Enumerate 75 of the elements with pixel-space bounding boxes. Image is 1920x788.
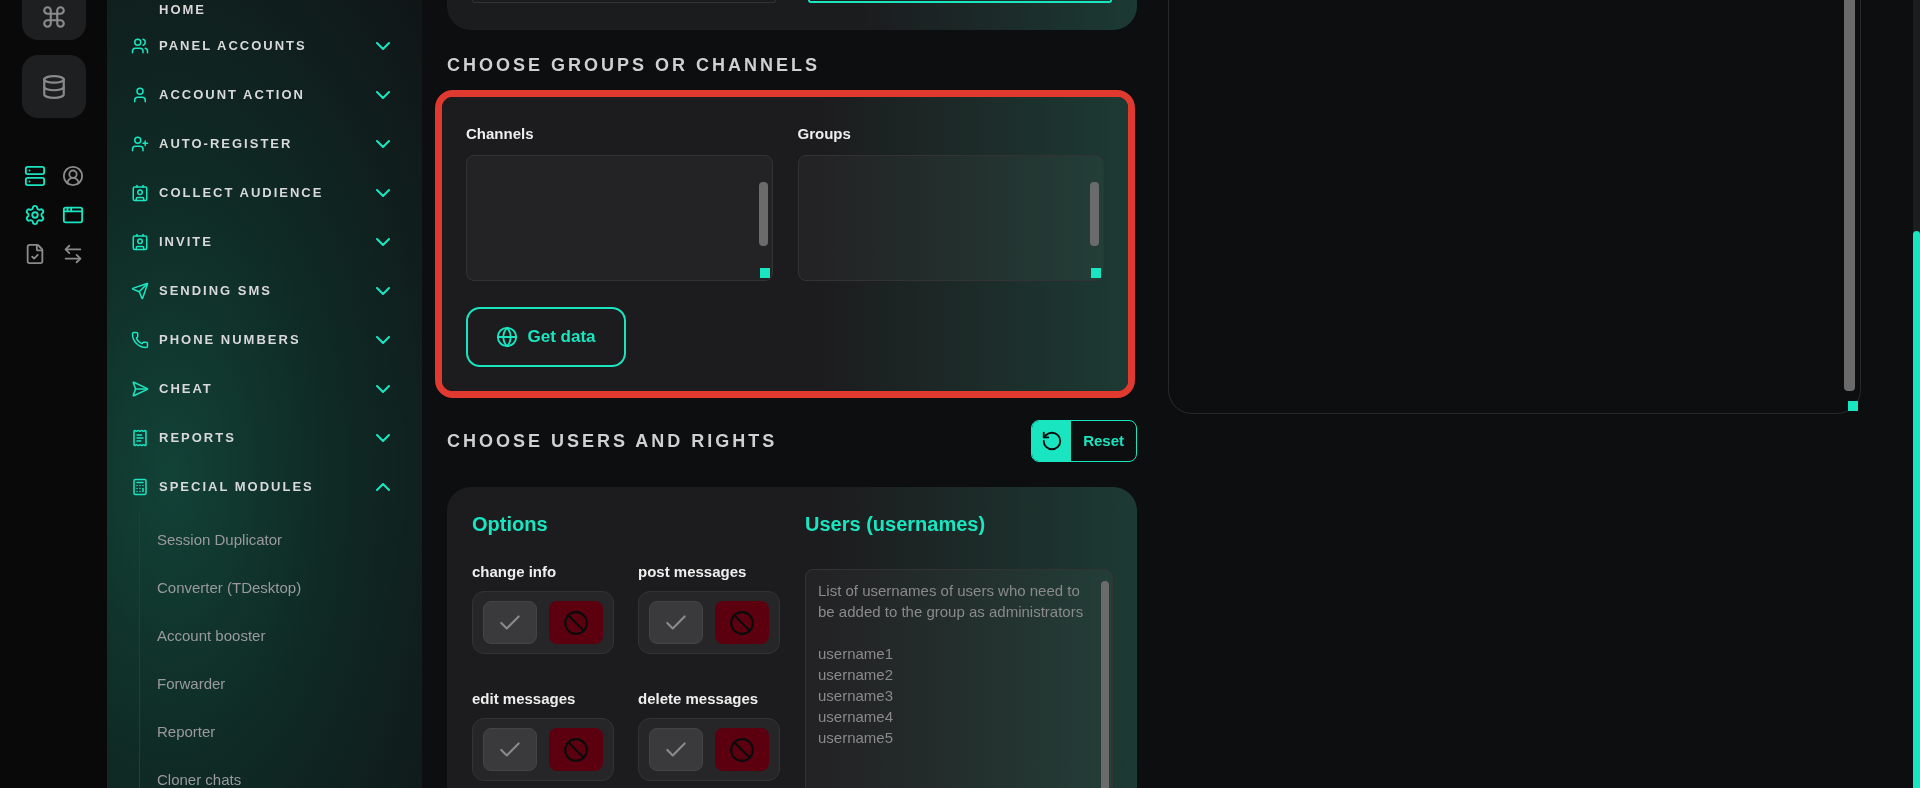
chevron-down-icon	[376, 384, 390, 393]
option-label: post messages	[638, 562, 748, 582]
field-label: Groups	[797, 124, 852, 141]
chevron-down-icon	[376, 139, 390, 148]
ban-icon	[563, 736, 589, 763]
nav-item[interactable]: PANEL ACCOUNTS	[131, 21, 398, 70]
scrollbar-thumb[interactable]	[1913, 231, 1920, 788]
user-icon	[131, 85, 149, 104]
user-icon[interactable]	[61, 165, 84, 187]
users-title: Users (usernames)	[805, 512, 987, 537]
nav-item[interactable]: ACCOUNT ACTION	[131, 70, 398, 119]
nav-item[interactable]: AUTO-REGISTER	[131, 119, 398, 168]
ban-icon	[729, 736, 755, 763]
allow-button[interactable]	[483, 728, 537, 771]
submenu-item[interactable]: Session Duplicator	[157, 516, 398, 564]
send-icon	[131, 379, 149, 398]
scrollbar-thumb[interactable]	[1101, 581, 1109, 788]
chevron-down-icon	[376, 237, 390, 246]
nav-item[interactable]: INVITE	[131, 217, 398, 266]
submenu-item[interactable]: Account booster	[157, 612, 398, 660]
get-data-button[interactable]: Get data	[466, 307, 626, 367]
nav-item[interactable]: SPECIAL MODULES	[131, 462, 398, 511]
resize-handle[interactable]	[1848, 401, 1858, 411]
database-icon	[40, 73, 67, 100]
options-title: Options	[472, 512, 549, 537]
section-heading: CHOOSE USERS AND RIGHTS	[447, 429, 778, 453]
nav-item[interactable]: COLLECT AUDIENCE	[131, 168, 398, 217]
chevron-up-icon	[376, 482, 390, 491]
nav-item[interactable]: PHONE NUMBERS	[131, 315, 398, 364]
option-label: delete messages	[638, 689, 760, 709]
option-label: edit messages	[472, 689, 577, 709]
user-plus-icon	[131, 134, 149, 153]
calculator-icon	[131, 477, 149, 496]
phone-icon	[131, 330, 149, 349]
reset-icon	[1040, 430, 1063, 452]
server-icon[interactable]	[23, 165, 46, 187]
users-icon	[131, 36, 149, 55]
nav-item[interactable]: CHEAT	[131, 364, 398, 413]
section-heading: CHOOSE GROUPS OR CHANNELS	[447, 54, 822, 74]
ban-icon	[563, 609, 589, 636]
option-label: change info	[472, 562, 558, 582]
reset-button[interactable]: Reset	[1031, 420, 1137, 462]
scrollbar-thumb[interactable]	[1844, 0, 1855, 391]
chevron-down-icon	[376, 433, 390, 442]
submenu-item[interactable]: Forwarder	[157, 660, 398, 708]
nav-item[interactable]: REPORTS	[131, 413, 398, 462]
command-icon	[40, 4, 67, 30]
chevron-down-icon	[376, 286, 390, 295]
chevron-down-icon	[376, 188, 390, 197]
chevron-down-icon	[376, 41, 390, 50]
database-button[interactable]	[21, 55, 86, 118]
command-button[interactable]	[21, 0, 86, 40]
code-window-icon[interactable]	[61, 204, 84, 226]
submenu-item[interactable]: Reporter	[157, 708, 398, 756]
chevron-down-icon	[376, 90, 390, 99]
user-list-icon	[131, 232, 149, 251]
ban-icon	[729, 609, 755, 636]
chevron-down-icon	[376, 335, 390, 344]
settings-icon[interactable]	[23, 204, 46, 226]
send-icon	[131, 281, 149, 300]
allow-button[interactable]	[483, 601, 537, 644]
submenu-item[interactable]: Converter (TDesktop)	[157, 564, 398, 612]
scrollbar-thumb[interactable]	[758, 182, 768, 246]
field-label: Channels	[466, 124, 535, 141]
globe-icon	[496, 326, 519, 348]
resize-handle[interactable]	[759, 268, 770, 278]
allow-button[interactable]	[649, 601, 703, 644]
home-link[interactable]: HOME	[159, 0, 398, 16]
allow-button[interactable]	[649, 728, 703, 771]
scrollbar-thumb[interactable]	[1090, 182, 1099, 246]
resize-handle[interactable]	[1091, 268, 1101, 278]
report-icon	[131, 428, 149, 447]
user-list-icon	[131, 183, 149, 202]
submenu-item[interactable]: Cloner chats	[157, 756, 398, 788]
nav-item[interactable]: SENDING SMS	[131, 266, 398, 315]
